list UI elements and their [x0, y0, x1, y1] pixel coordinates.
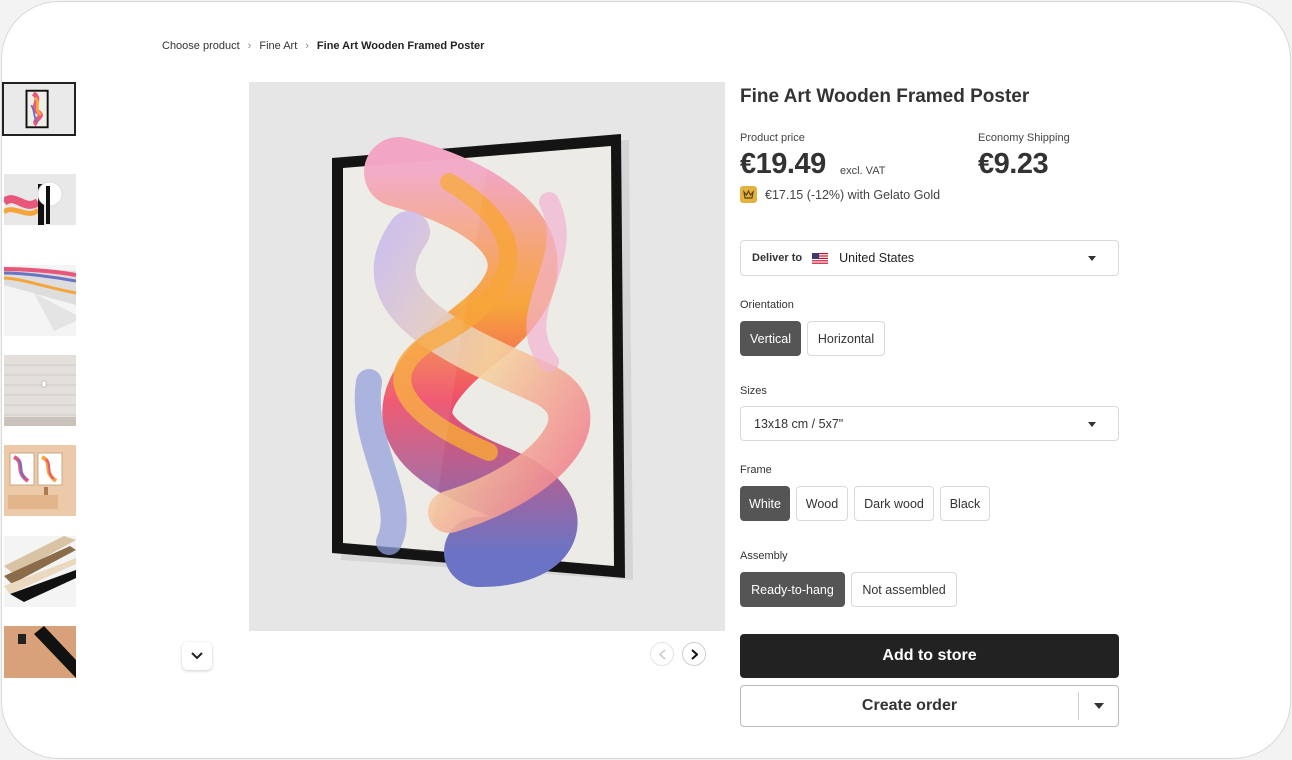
image-next-button[interactable] — [682, 642, 706, 666]
thumbnail-corner-image — [4, 174, 76, 225]
breadcrumb-current: Fine Art Wooden Framed Poster — [316, 40, 485, 52]
gold-offer: €17.15 (-12%) with Gelato Gold — [740, 186, 940, 203]
chevron-down-icon — [191, 652, 203, 660]
app-window: Choose product › Fine Art › Fine Art Woo… — [1, 1, 1291, 759]
vat-note: excl. VAT — [840, 165, 886, 177]
crown-icon — [740, 186, 757, 203]
assembly-ready-to-hang-button[interactable]: Ready-to-hang — [740, 572, 845, 607]
breadcrumb-separator-icon: › — [305, 40, 309, 52]
size-select[interactable]: 13x18 cm / 5x7" — [740, 406, 1119, 441]
main-product-image — [249, 82, 725, 631]
create-order-button[interactable]: Create order — [741, 697, 1078, 715]
assembly-options: Ready-to-hang Not assembled — [740, 572, 957, 607]
add-to-store-button[interactable]: Add to store — [740, 634, 1119, 678]
thumbnail-7[interactable] — [4, 626, 76, 678]
image-prev-button[interactable] — [650, 642, 674, 666]
shipping-price: €9.23 — [978, 148, 1049, 180]
thumbnail-side-view-image — [4, 265, 76, 336]
frame-dark-wood-button[interactable]: Dark wood — [854, 486, 934, 521]
deliver-to-select[interactable]: Deliver to United States — [740, 240, 1119, 276]
sizes-label: Sizes — [740, 385, 767, 397]
breadcrumb-fine-art[interactable]: Fine Art — [259, 40, 297, 52]
orientation-vertical-button[interactable]: Vertical — [740, 321, 801, 356]
size-selected-value: 13x18 cm / 5x7" — [754, 416, 844, 431]
orientation-label: Orientation — [740, 299, 794, 311]
frame-white-button[interactable]: White — [740, 486, 790, 521]
product-price: €19.49 — [740, 148, 826, 180]
thumbnail-back-view-image — [4, 626, 76, 678]
thumbnails-scroll-down-button[interactable] — [182, 642, 212, 670]
breadcrumb-choose-product[interactable]: Choose product — [162, 40, 240, 52]
thumbnail-3[interactable] — [4, 265, 76, 336]
caret-down-icon — [1088, 256, 1096, 261]
chevron-left-icon — [658, 648, 666, 660]
breadcrumb: Choose product › Fine Art › Fine Art Woo… — [162, 40, 484, 52]
create-order-dropdown-button[interactable] — [1078, 692, 1118, 720]
thumbnail-2[interactable] — [4, 174, 76, 225]
chevron-right-icon — [690, 648, 698, 660]
frame-black-button[interactable]: Black — [940, 486, 990, 521]
thumbnail-room-image — [4, 445, 76, 516]
product-price-label: Product price — [740, 132, 805, 144]
framed-poster-artwork — [332, 134, 633, 587]
thumbnail-brick-wall-image — [4, 355, 76, 426]
assembly-not-assembled-button[interactable]: Not assembled — [851, 572, 957, 607]
caret-down-icon — [1088, 422, 1096, 427]
us-flag-icon — [812, 252, 829, 264]
frame-label: Frame — [740, 464, 772, 476]
gold-offer-text: €17.15 (-12%) with Gelato Gold — [765, 187, 941, 202]
thumbnail-1[interactable] — [2, 82, 76, 136]
orientation-horizontal-button[interactable]: Horizontal — [807, 321, 885, 356]
orientation-options: Vertical Horizontal — [740, 321, 885, 356]
create-order-button-group: Create order — [740, 685, 1119, 727]
shipping-label: Economy Shipping — [978, 132, 1070, 144]
thumbnail-6[interactable] — [4, 536, 76, 607]
thumbnail-5[interactable] — [4, 445, 76, 516]
deliver-to-label: Deliver to — [752, 252, 803, 264]
thumbnail-frame-samples-image — [4, 536, 76, 607]
caret-down-icon — [1093, 703, 1104, 709]
product-title: Fine Art Wooden Framed Poster — [740, 86, 1030, 107]
thumbnail-4[interactable] — [4, 355, 76, 426]
assembly-label: Assembly — [740, 550, 788, 562]
frame-wood-button[interactable]: Wood — [796, 486, 848, 521]
deliver-to-country: United States — [839, 251, 915, 265]
breadcrumb-separator-icon: › — [247, 40, 252, 52]
thumbnail-framed-poster-image — [4, 84, 74, 134]
frame-options: White Wood Dark wood Black — [740, 486, 990, 521]
